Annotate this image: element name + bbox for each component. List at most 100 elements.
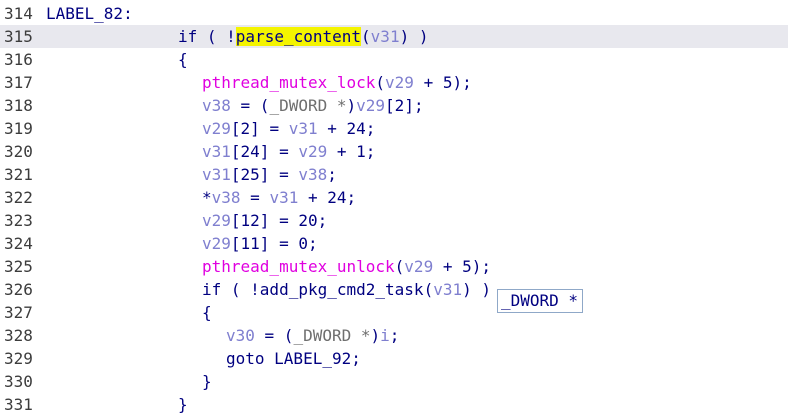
line-number: 331 <box>4 395 33 414</box>
line-number: 320 <box>4 142 33 161</box>
code-text[interactable]: pthread_mutex_lock(v29 + 5); <box>202 71 472 94</box>
code-token: ) <box>346 96 357 115</box>
code-token: + 5); <box>433 257 491 276</box>
code-text[interactable]: v29[2] = v31 + 24; <box>202 117 375 140</box>
code-line[interactable]: 324 v29[11] = 0; <box>0 232 788 255</box>
code-token[interactable]: v29 <box>404 257 433 276</box>
code-token[interactable]: v29 <box>385 73 414 92</box>
code-token: [24] = <box>230 142 299 161</box>
line-number: 328 <box>4 326 33 345</box>
code-token[interactable]: v31 <box>433 280 462 299</box>
code-token: _DWORD * <box>293 326 371 345</box>
code-token[interactable]: v38 <box>202 96 231 115</box>
code-token: + 5); <box>413 73 472 92</box>
code-line[interactable]: 331} <box>0 393 788 416</box>
code-token[interactable]: v38 <box>212 188 241 207</box>
code-text[interactable]: *v38 = v31 + 24; <box>202 186 356 209</box>
line-number: 321 <box>4 165 33 184</box>
code-text[interactable]: v29[11] = 0; <box>202 232 318 255</box>
code-text[interactable]: } <box>178 393 188 416</box>
code-token[interactable]: i <box>380 326 390 345</box>
code-token[interactable]: v29 <box>202 119 231 138</box>
code-token[interactable]: v29 <box>356 96 385 115</box>
code-text[interactable]: { <box>178 48 188 71</box>
code-token: = ( <box>230 96 270 115</box>
code-token: ) <box>370 326 381 345</box>
code-token[interactable]: v31 <box>202 142 231 161</box>
code-line[interactable]: 314 LABEL_82: <box>0 2 788 25</box>
code-token: _DWORD * <box>269 96 347 115</box>
code-token: goto LABEL_92; <box>226 349 361 368</box>
code-token: { <box>202 303 212 322</box>
code-line[interactable]: 315 if ( !parse_content(v31) ) <box>0 25 788 48</box>
line-number: 319 <box>4 119 33 138</box>
line-number: 323 <box>4 211 33 230</box>
line-number: 316 <box>4 50 33 69</box>
code-token[interactable]: pthread_mutex_unlock <box>202 257 395 276</box>
code-line[interactable]: 320 v31[24] = v29 + 1; <box>0 140 788 163</box>
code-text[interactable]: v29[12] = 20; <box>202 209 327 232</box>
line-number: 330 <box>4 372 33 391</box>
code-token[interactable]: v29 <box>202 234 231 253</box>
code-line[interactable]: 321 v31[25] = v38; <box>0 163 788 186</box>
code-text[interactable]: v30 = (_DWORD *)i; <box>226 324 399 347</box>
line-number: 317 <box>4 73 33 92</box>
code-token[interactable]: add_pkg_cmd2_task <box>260 280 424 299</box>
code-line[interactable]: 319 v29[2] = v31 + 24; <box>0 117 788 140</box>
code-token[interactable]: parse_content <box>235 27 362 46</box>
code-token: = ( <box>254 326 294 345</box>
code-line[interactable]: 322 *v38 = v31 + 24; <box>0 186 788 209</box>
line-number: 326 <box>4 280 33 299</box>
code-token: * <box>202 188 212 207</box>
code-text[interactable]: LABEL_82: <box>46 2 133 25</box>
code-line[interactable]: 316 { <box>0 48 788 71</box>
code-token[interactable]: v29 <box>202 211 231 230</box>
code-line[interactable]: 328 v30 = (_DWORD *)i; <box>0 324 788 347</box>
code-text[interactable]: if ( !parse_content(v31) ) <box>178 25 428 48</box>
code-line[interactable]: 329 goto LABEL_92; <box>0 347 788 370</box>
code-text[interactable]: { <box>202 301 212 324</box>
code-text[interactable]: } <box>202 370 212 393</box>
code-token: } <box>178 395 188 414</box>
code-token: + 24; <box>317 119 376 138</box>
code-token: if ( ! <box>178 27 236 46</box>
code-line[interactable]: 318 v38 = (_DWORD *)v29[2]; <box>0 94 788 117</box>
code-token: { <box>178 50 188 69</box>
code-token: = <box>240 188 270 207</box>
pseudocode-editor[interactable]: 314 LABEL_82: 315 if ( !parse_content(v31) … <box>0 0 788 415</box>
code-token: [2]; <box>385 96 424 115</box>
code-token: ) ) <box>399 27 429 46</box>
code-token[interactable]: v31 <box>289 119 318 138</box>
line-number: 325 <box>4 257 33 276</box>
code-token: ( <box>361 27 371 46</box>
code-token[interactable]: v31 <box>269 188 298 207</box>
line-number: 324 <box>4 234 33 253</box>
code-line[interactable]: 326 if ( !add_pkg_cmd2_task(v31) ) <box>0 278 788 301</box>
code-line[interactable]: 317 pthread_mutex_lock(v29 + 5); <box>0 71 788 94</box>
code-token[interactable]: v38 <box>298 165 327 184</box>
code-text[interactable]: pthread_mutex_unlock(v29 + 5); <box>202 255 491 278</box>
code-token: [12] = 20; <box>230 211 328 230</box>
code-token[interactable]: pthread_mutex_lock <box>202 73 375 92</box>
code-text[interactable]: v38 = (_DWORD *)v29[2]; <box>202 94 424 117</box>
code-token: ; <box>327 165 337 184</box>
code-text[interactable]: v31[25] = v38; <box>202 163 337 186</box>
code-token[interactable]: v31 <box>202 165 231 184</box>
code-text[interactable]: v31[24] = v29 + 1; <box>202 140 375 163</box>
code-text[interactable]: if ( !add_pkg_cmd2_task(v31) ) <box>202 278 491 301</box>
code-text[interactable]: goto LABEL_92; <box>226 347 361 370</box>
line-number: 329 <box>4 349 33 368</box>
code-token: [2] = <box>230 119 289 138</box>
code-token: ( <box>423 280 434 299</box>
line-number: 322 <box>4 188 33 207</box>
code-line[interactable]: 327 { <box>0 301 788 324</box>
code-line[interactable]: 330} <box>0 370 788 393</box>
code-line[interactable]: 323 v29[12] = 20; <box>0 209 788 232</box>
code-token[interactable]: v30 <box>226 326 255 345</box>
code-token[interactable]: v31 <box>371 27 400 46</box>
code-token: ( <box>394 257 405 276</box>
line-number: 318 <box>4 96 33 115</box>
code-line[interactable]: 325 pthread_mutex_unlock(v29 + 5); <box>0 255 788 278</box>
code-token[interactable]: v29 <box>298 142 327 161</box>
code-token: } <box>202 372 212 391</box>
